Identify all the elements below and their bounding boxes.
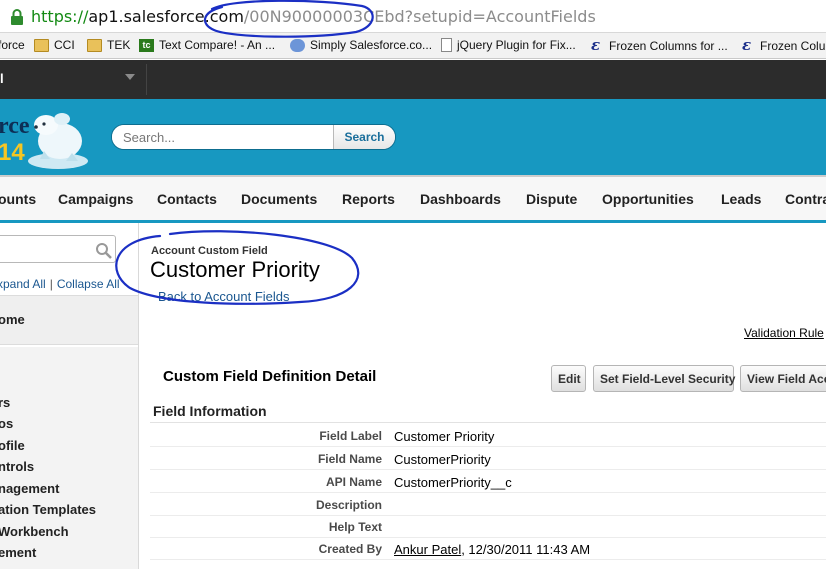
- sidebar-item[interactable]: ofile: [0, 438, 25, 453]
- tab-leads[interactable]: Leads: [721, 191, 761, 207]
- field-label: Field Label: [319, 429, 382, 443]
- sidebar-item[interactable]: ement: [0, 545, 36, 560]
- sidebar-links: rs os ofile ntrols nagement ation Templa…: [0, 347, 138, 569]
- separator: |: [49, 277, 53, 291]
- tab-contacts[interactable]: Contacts: [157, 191, 217, 207]
- bookmark-label: force: [0, 38, 25, 52]
- bookmark-label: Simply Salesforce.co...: [310, 38, 433, 52]
- logo-text: rce: [0, 113, 30, 139]
- url-text[interactable]: https://ap1.salesforce.com/00N90000003CE…: [31, 7, 596, 26]
- section-header: Field Information: [150, 401, 826, 423]
- section-title: Field Information: [153, 403, 267, 419]
- tab-accounts[interactable]: ounts: [0, 191, 36, 207]
- bookmark-label: jQuery Plugin for Fix...: [457, 38, 576, 52]
- sidebar-item[interactable]: Workbench: [0, 524, 69, 539]
- field-row: API Name CustomerPriority__c: [150, 471, 826, 493]
- tab-bar: ounts Campaigns Contacts Documents Repor…: [0, 175, 826, 223]
- bookmark-frozen-columns-2[interactable]: ε Frozen Colu: [742, 38, 825, 54]
- edit-button[interactable]: Edit: [551, 365, 586, 392]
- set-field-level-security-button[interactable]: Set Field-Level Security: [593, 365, 735, 392]
- field-label: API Name: [325, 475, 382, 489]
- field-row: Created By Ankur Patel, 12/30/2011 11:43…: [150, 538, 826, 560]
- bookmark-frozen-columns-1[interactable]: ε Frozen Columns for ...: [591, 38, 728, 54]
- chevron-down-icon[interactable]: [125, 74, 135, 80]
- main-content: Account Custom Field Customer Priority B…: [140, 223, 826, 569]
- bookmark-force[interactable]: force: [0, 38, 25, 52]
- back-link[interactable]: Back to Account Fields: [158, 289, 290, 304]
- bookmark-label: CCI: [54, 38, 75, 52]
- bookmark-simply-salesforce[interactable]: Simply Salesforce.co...: [290, 38, 432, 52]
- bookmark-label: TEK: [107, 38, 131, 52]
- field-value: Customer Priority: [394, 429, 495, 444]
- field-label: Field Name: [317, 452, 382, 466]
- sidebar: xpand All | Collapse All ome rs os ofile n…: [0, 223, 139, 569]
- expand-collapse-links: xpand All | Collapse All: [0, 277, 120, 291]
- tab-documents[interactable]: Documents: [241, 191, 317, 207]
- tab-opportunities[interactable]: Opportunities: [602, 191, 694, 207]
- sidebar-item[interactable]: os: [0, 416, 13, 431]
- field-label: Created By: [318, 542, 382, 556]
- e-icon: ε: [742, 36, 752, 54]
- search-icon[interactable]: [95, 242, 113, 260]
- folder-icon: [87, 38, 102, 52]
- created-by-user-link[interactable]: Ankur Patel: [394, 542, 461, 557]
- view-field-accessibility-button[interactable]: View Field Acc: [740, 365, 826, 392]
- bookmark-label: Text Compare! - An ...: [159, 38, 276, 52]
- bookmark-label: Frozen Columns for ...: [609, 39, 728, 53]
- validation-rules-link[interactable]: Validation Rule: [744, 326, 824, 340]
- field-value: CustomerPriority: [394, 452, 491, 467]
- tab-reports[interactable]: Reports: [342, 191, 395, 207]
- field-row: Help Text: [150, 516, 826, 538]
- collapse-all-link[interactable]: Collapse All: [57, 277, 120, 291]
- cloud-icon: [290, 38, 305, 52]
- tab-dispute[interactable]: Dispute: [526, 191, 577, 207]
- bookmarks-bar: force CCI TEK tc Text Compare! - An ... …: [0, 33, 826, 59]
- field-label: Description: [315, 498, 382, 512]
- search-button[interactable]: Search: [333, 125, 395, 149]
- field-label: Help Text: [328, 520, 382, 534]
- logo-year: 14: [0, 139, 25, 166]
- logo[interactable]: rce 14: [0, 99, 92, 175]
- detail-title: Custom Field Definition Detail: [163, 368, 377, 385]
- folder-icon: [34, 38, 49, 52]
- sidebar-item[interactable]: rs: [0, 395, 10, 410]
- bookmark-jquery-plugin[interactable]: jQuery Plugin for Fix...: [441, 38, 576, 52]
- expand-all-link[interactable]: xpand All: [0, 277, 46, 291]
- divider: [146, 64, 147, 95]
- page-type: Account Custom Field: [151, 245, 268, 257]
- bookmark-cci[interactable]: CCI: [34, 38, 75, 52]
- tab-contracts[interactable]: Contra: [785, 191, 826, 207]
- search-box: Search: [111, 124, 396, 150]
- page-icon: [441, 38, 452, 52]
- search-input[interactable]: [112, 125, 334, 149]
- sidebar-item[interactable]: nagement: [0, 481, 59, 496]
- field-row: Field Name CustomerPriority: [150, 448, 826, 470]
- tc-icon: tc: [139, 38, 154, 52]
- field-row: Field Label Customer Priority: [150, 425, 826, 447]
- address-bar[interactable]: https://ap1.salesforce.com/00N90000003CE…: [0, 0, 826, 33]
- tab-dashboards[interactable]: Dashboards: [420, 191, 501, 207]
- header: rce 14 Search: [0, 99, 826, 175]
- page-title: Customer Priority: [150, 257, 320, 282]
- sidebar-home[interactable]: ome: [0, 295, 138, 345]
- sidebar-home-label: ome: [0, 312, 25, 327]
- bookmark-tek[interactable]: TEK: [87, 38, 130, 52]
- url-host: ap1.salesforce.com: [88, 7, 244, 26]
- created-by-date: , 12/30/2011 11:43 AM: [461, 542, 591, 557]
- tab-campaigns[interactable]: Campaigns: [58, 191, 133, 207]
- e-icon: ε: [591, 36, 601, 54]
- bookmark-text-compare[interactable]: tc Text Compare! - An ...: [139, 38, 275, 52]
- url-path: /00N90000003CEbd?setupid=AccountFields: [243, 7, 596, 26]
- sidebar-item[interactable]: ation Templates: [0, 502, 96, 517]
- field-row: Description: [150, 494, 826, 516]
- bookmark-label: Frozen Colu: [760, 39, 826, 53]
- lock-icon: [11, 9, 23, 25]
- app-name[interactable]: l: [0, 71, 4, 86]
- app-menu-bar: l: [0, 60, 826, 99]
- url-scheme: https://: [31, 7, 89, 26]
- field-value: Ankur Patel, 12/30/2011 11:43 AM: [394, 542, 590, 557]
- sidebar-item[interactable]: ntrols: [0, 459, 34, 474]
- field-value: CustomerPriority__c: [394, 475, 512, 490]
